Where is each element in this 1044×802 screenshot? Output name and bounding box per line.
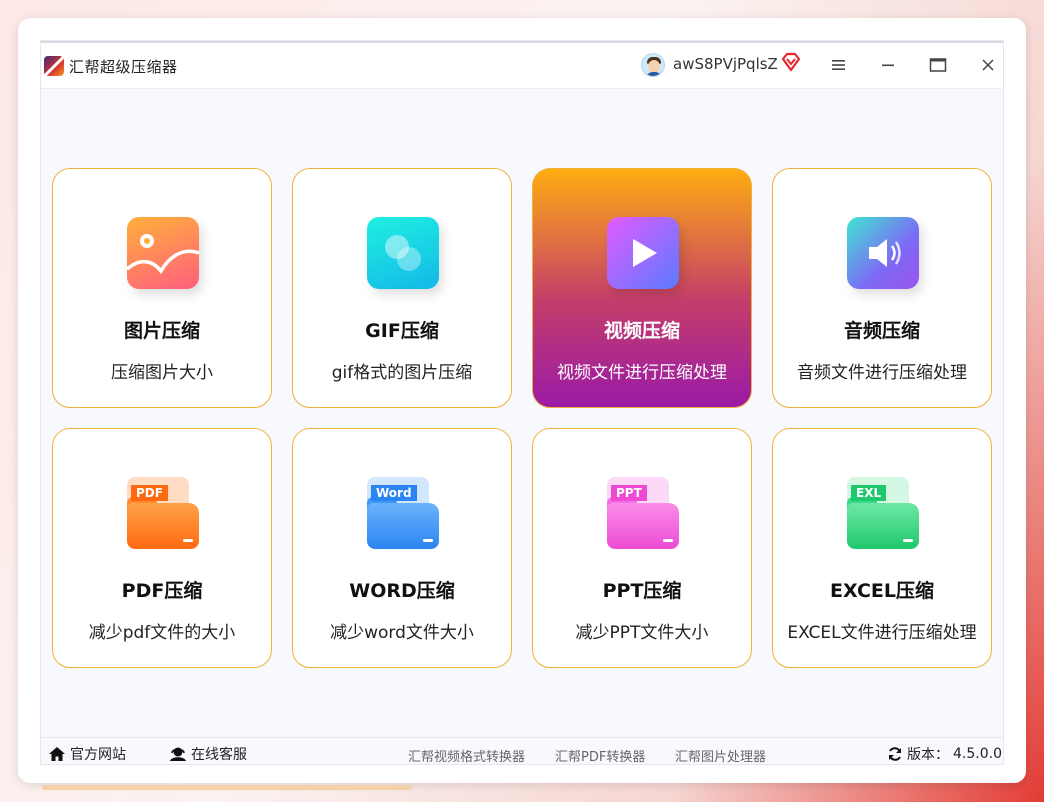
tool-desc: EXCEL文件进行压缩处理 [787, 623, 977, 643]
ppt-folder-icon: PPT [607, 477, 679, 549]
version-number: 4.5.0.0 [953, 746, 1002, 762]
tool-desc: 减少PPT文件大小 [575, 623, 709, 643]
excel-badge: EXL [851, 485, 887, 501]
online-support-link[interactable]: 在线客服 [169, 744, 247, 764]
tool-name: PDF压缩 [121, 580, 203, 602]
version-info[interactable]: 版本： 4.5.0.0 [887, 744, 1002, 764]
image-icon [127, 217, 199, 289]
image-processor-link[interactable]: 汇帮图片处理器 [675, 746, 766, 764]
word-badge: Word [371, 485, 417, 501]
tool-desc: 减少word文件大小 [330, 623, 474, 643]
tool-desc: gif格式的图片压缩 [331, 363, 473, 383]
tool-card-word[interactable]: Word WORD压缩 减少word文件大小 [292, 428, 512, 668]
speaker-icon [847, 217, 919, 289]
tool-name: WORD压缩 [349, 580, 455, 602]
tool-card-pdf[interactable]: PDF PDF压缩 减少pdf文件的大小 [52, 428, 272, 668]
online-support-label: 在线客服 [191, 747, 247, 763]
tool-desc: 音频文件进行压缩处理 [797, 363, 967, 383]
home-icon [49, 747, 65, 761]
tool-name: PPT压缩 [602, 580, 682, 602]
tool-card-gif[interactable]: GIF压缩 gif格式的图片压缩 [292, 168, 512, 408]
tool-name: 图片压缩 [123, 320, 200, 342]
close-icon [982, 59, 994, 71]
tool-card-excel[interactable]: EXL EXCEL压缩 EXCEL文件进行压缩处理 [772, 428, 992, 668]
vip-diamond-icon[interactable] [780, 51, 802, 73]
video-converter-link[interactable]: 汇帮视频格式转换器 [408, 746, 525, 764]
app-logo-icon [44, 56, 64, 76]
tool-card-image[interactable]: 图片压缩 压缩图片大小 [52, 168, 272, 408]
tool-name: GIF压缩 [365, 320, 439, 342]
headset-icon [170, 747, 186, 761]
ppt-badge: PPT [611, 485, 647, 501]
tool-desc: 减少pdf文件的大小 [88, 623, 236, 643]
minimize-icon [882, 64, 894, 67]
version-label: 版本： [907, 747, 949, 763]
bottom-decor-strip [42, 785, 412, 790]
user-avatar[interactable] [641, 53, 665, 77]
pdf-converter-link[interactable]: 汇帮PDF转换器 [555, 746, 645, 764]
tool-card-ppt[interactable]: PPT PPT压缩 减少PPT文件大小 [532, 428, 752, 668]
tool-name: 音频压缩 [843, 320, 920, 342]
pdf-folder-icon: PDF [127, 477, 199, 549]
title-bar: 汇帮超级压缩器 awS8PVjPqlsZ [41, 41, 1003, 89]
video-play-icon [607, 217, 679, 289]
tool-card-video[interactable]: 视频压缩 视频文件进行压缩处理 [532, 168, 752, 408]
tool-desc: 压缩图片大小 [111, 363, 213, 383]
maximize-icon [929, 58, 947, 72]
tool-grid: 图片压缩 压缩图片大小 GIF压缩 gif格式的图片压缩 视频压缩 视频文件进行… [52, 168, 992, 668]
app-window: 汇帮超级压缩器 awS8PVjPqlsZ 图片压缩 压缩图片大小 GIF压缩 g… [40, 40, 1004, 765]
tool-name: 视频压缩 [603, 320, 680, 342]
tool-desc: 视频文件进行压缩处理 [557, 363, 727, 383]
title-bar-top-line [41, 41, 1003, 43]
app-title: 汇帮超级压缩器 [69, 58, 178, 76]
username[interactable]: awS8PVjPqlsZ [673, 55, 778, 73]
refresh-icon [889, 747, 901, 761]
tool-card-audio[interactable]: 音频压缩 音频文件进行压缩处理 [772, 168, 992, 408]
hamburger-menu-icon [832, 60, 845, 70]
minimize-button[interactable] [874, 51, 902, 79]
tool-name: EXCEL压缩 [830, 580, 934, 602]
footer-bar: 官方网站 在线客服 汇帮视频格式转换器 汇帮PDF转换器 汇帮图片处理器 版本：… [41, 737, 1003, 764]
word-folder-icon: Word [367, 477, 439, 549]
official-website-link[interactable]: 官方网站 [48, 744, 126, 764]
pdf-badge: PDF [131, 485, 168, 501]
menu-button[interactable] [825, 51, 853, 79]
gif-icon [367, 217, 439, 289]
official-website-label: 官方网站 [70, 747, 126, 763]
close-button[interactable] [974, 51, 1002, 79]
excel-folder-icon: EXL [847, 477, 919, 549]
maximize-button[interactable] [924, 51, 952, 79]
